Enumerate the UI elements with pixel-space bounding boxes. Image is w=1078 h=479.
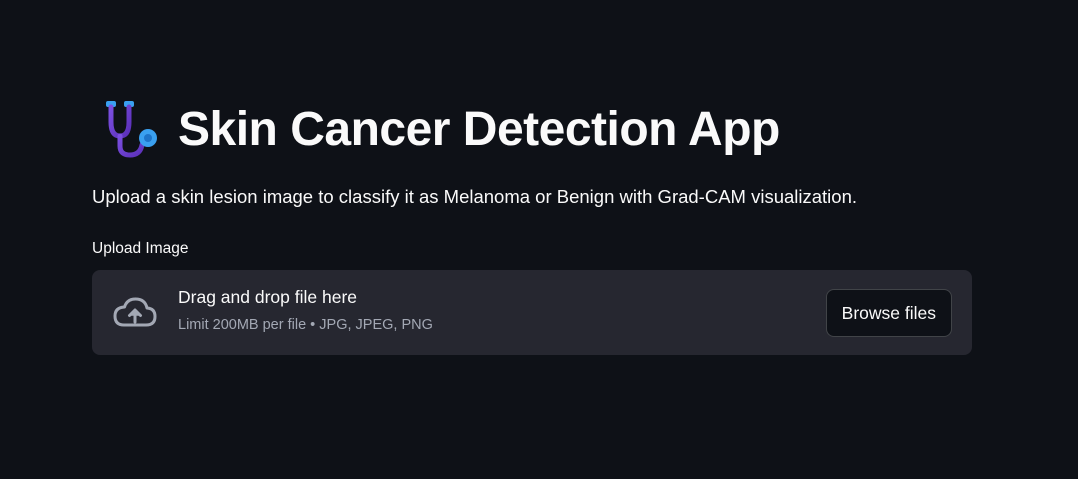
- stethoscope-icon: [106, 101, 157, 158]
- browse-files-button[interactable]: Browse files: [825, 289, 952, 337]
- app-description: Upload a skin lesion image to classify i…: [92, 186, 858, 207]
- file-dropzone[interactable]: Drag and drop file here Limit 200MB per …: [92, 270, 972, 355]
- dropzone-title: Drag and drop file here: [178, 287, 357, 307]
- cloud-upload-icon: [113, 297, 157, 327]
- title-row: Skin Cancer Detection App: [98, 98, 780, 162]
- upload-image-label: Upload Image: [92, 240, 189, 257]
- dropzone-text: Drag and drop file here Limit 200MB per …: [178, 287, 433, 333]
- dropzone-limit-text: Limit 200MB per file • JPG, JPEG, PNG: [178, 317, 433, 333]
- page-title: Skin Cancer Detection App: [178, 103, 780, 156]
